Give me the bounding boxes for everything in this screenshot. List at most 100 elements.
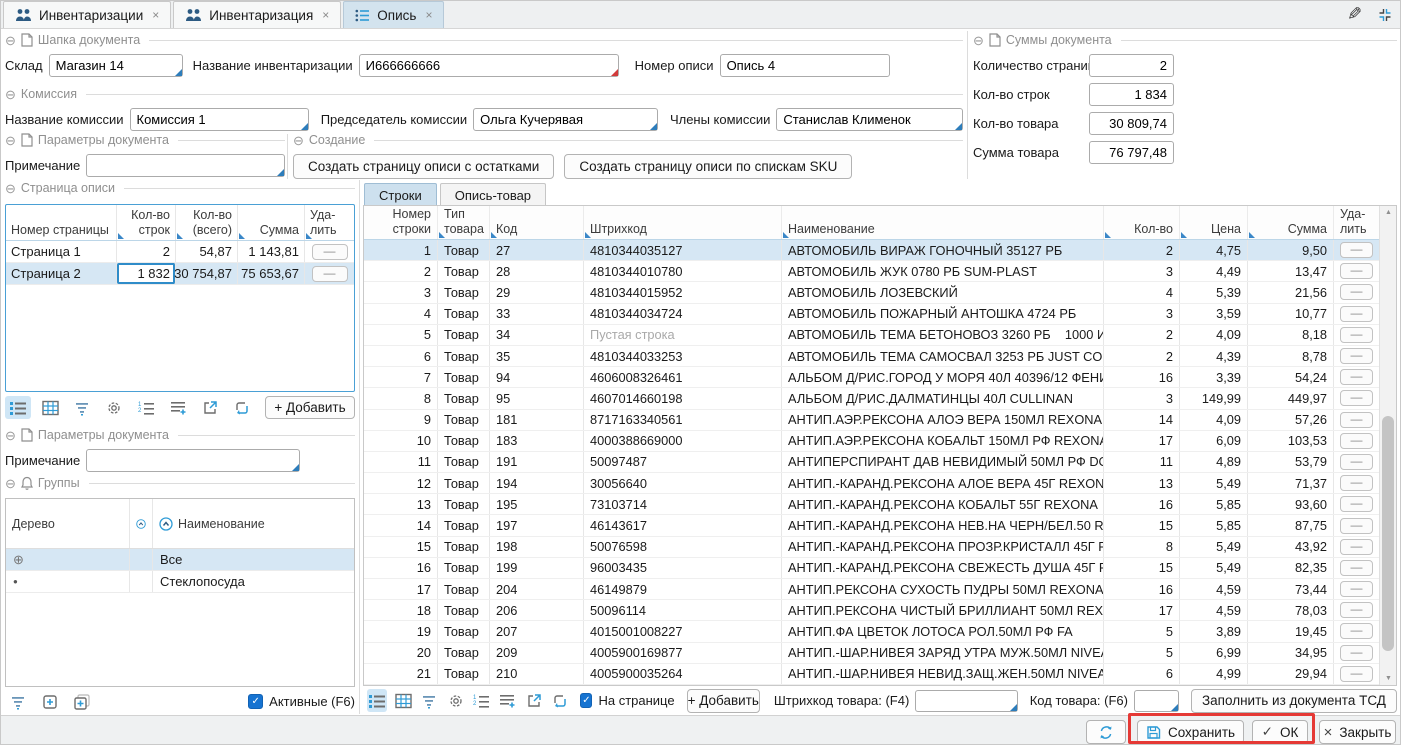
line-row[interactable]: 10Товар1834000388669000АНТИП.АЭР.РЕКСОНА…	[364, 431, 1381, 452]
scroll-down-icon[interactable]: ▼	[1380, 675, 1397, 682]
tab-inventarizaciya[interactable]: Инвентаризация ×	[173, 1, 341, 28]
delete-row-button[interactable]: —	[1340, 242, 1373, 258]
delete-row-button[interactable]: —	[1340, 263, 1373, 279]
list-view-icon[interactable]	[367, 689, 387, 712]
delete-row-button[interactable]: —	[1340, 645, 1373, 661]
delete-row-button[interactable]: —	[312, 266, 348, 282]
column-header[interactable]: Штрихкод	[584, 206, 782, 239]
column-header-sort[interactable]	[130, 499, 153, 548]
delete-row-button[interactable]: —	[1340, 433, 1373, 449]
list-number-input[interactable]	[720, 54, 890, 77]
delete-row-button[interactable]: —	[1340, 284, 1373, 300]
delete-row-button[interactable]: —	[1340, 369, 1373, 385]
tab-close-icon[interactable]: ×	[425, 8, 432, 22]
edit-icon[interactable]: ✎	[1347, 4, 1362, 25]
active-checkbox[interactable]: ✓	[248, 694, 263, 709]
line-row[interactable]: 13Товар19573103714АНТИП.-КАРАНД.РЕКСОНА …	[364, 494, 1381, 515]
numbered-list-icon[interactable]: 12	[472, 689, 492, 712]
column-header[interactable]: Наименование	[782, 206, 1104, 239]
cell-lines-count[interactable]: 1 832	[117, 263, 176, 284]
delete-row-button[interactable]: —	[1340, 390, 1373, 406]
filter-icon[interactable]	[419, 689, 439, 712]
grid-view-icon[interactable]	[37, 396, 63, 419]
delete-row-button[interactable]: —	[1340, 539, 1373, 555]
line-row[interactable]: 17Товар20446149879АНТИП.РЕКСОНА СУХОСТЬ …	[364, 579, 1381, 600]
scrollbar-thumb[interactable]	[1382, 416, 1394, 651]
tab-opis[interactable]: Опись ×	[343, 1, 444, 28]
filter-icon[interactable]	[5, 690, 31, 713]
collapse-icon[interactable]: ⊖	[973, 35, 984, 46]
collapse-icon[interactable]: ⊖	[5, 89, 16, 100]
add-box-icon[interactable]	[37, 690, 63, 713]
settings-gear-icon[interactable]	[101, 396, 127, 419]
warehouse-input[interactable]	[49, 54, 183, 77]
delete-row-button[interactable]: —	[1340, 496, 1373, 512]
column-header[interactable]: Сумма	[1248, 206, 1334, 239]
line-row[interactable]: 5Товар34Пустая строкаАВТОМОБИЛЬ ТЕМА БЕТ…	[364, 325, 1381, 346]
column-header[interactable]: Кол-во (всего)	[176, 205, 238, 240]
group-row[interactable]: ●Стеклопосуда	[6, 571, 354, 593]
chairman-input[interactable]	[473, 108, 658, 131]
line-row[interactable]: 4Товар334810344034724АВТОМОБИЛЬ ПОЖАРНЫЙ…	[364, 304, 1381, 325]
delete-row-button[interactable]: —	[312, 244, 348, 260]
delete-row-button[interactable]: —	[1340, 348, 1373, 364]
column-header[interactable]: Тип товара	[438, 206, 490, 239]
filter-icon[interactable]	[69, 396, 95, 419]
collapse-icon[interactable]: ⊖	[5, 430, 16, 441]
line-row[interactable]: 20Товар2094005900169877АНТИП.-ШАР.НИВЕЯ …	[364, 643, 1381, 664]
note-input[interactable]	[86, 154, 285, 177]
barcode-input[interactable]	[915, 690, 1017, 712]
add-page-button[interactable]: + Добавить	[265, 396, 355, 419]
delete-row-button[interactable]: —	[1340, 412, 1373, 428]
line-row[interactable]: 6Товар354810344033253АВТОМОБИЛЬ ТЕМА САМ…	[364, 346, 1381, 367]
column-header[interactable]: Код	[490, 206, 584, 239]
numbered-list-icon[interactable]: 12	[133, 396, 159, 419]
line-row[interactable]: 16Товар19996003435АНТИП.-КАРАНД.РЕКСОНА …	[364, 558, 1381, 579]
add-line-button[interactable]: + Добавить	[687, 689, 760, 713]
delete-row-button[interactable]: —	[1340, 666, 1373, 682]
column-header[interactable]: Уда-лить	[305, 205, 354, 240]
line-row[interactable]: 15Товар19850076598АНТИП.-КАРАНД.РЕКСОНА …	[364, 537, 1381, 558]
delete-row-button[interactable]: —	[1340, 327, 1373, 343]
cell-tree[interactable]: ●	[6, 571, 130, 592]
cell-lines-count[interactable]: 2	[117, 241, 176, 262]
delete-row-button[interactable]: —	[1340, 518, 1373, 534]
members-input[interactable]	[776, 108, 963, 131]
line-row[interactable]: 21Товар2104005900035264АНТИП.-ШАР.НИВЕЯ …	[364, 664, 1381, 685]
collapse-icon[interactable]: ⊖	[5, 183, 16, 194]
note-input[interactable]	[86, 449, 300, 472]
close-button[interactable]: × Закрыть	[1319, 720, 1396, 744]
tab-close-icon[interactable]: ×	[152, 8, 159, 22]
line-row[interactable]: 12Товар19430056640АНТИП.-КАРАНД.РЕКСОНА …	[364, 473, 1381, 494]
list-view-icon[interactable]	[5, 396, 31, 419]
tree-expand-icon[interactable]: ⊕	[13, 552, 24, 568]
add-boxes-icon[interactable]	[69, 690, 95, 713]
page-row[interactable]: Страница 1254,871 143,81—	[6, 241, 354, 263]
column-header[interactable]: Сумма	[238, 205, 305, 240]
delete-row-button[interactable]: —	[1340, 581, 1373, 597]
fill-from-tsd-button[interactable]: Заполнить из документа ТСД	[1191, 689, 1397, 713]
reload-loop-icon[interactable]	[229, 396, 255, 419]
open-external-icon[interactable]	[197, 396, 223, 419]
create-page-with-remainders-button[interactable]: Создать страницу описи с остатками	[293, 154, 554, 179]
line-row[interactable]: 18Товар20650096114АНТИП.РЕКСОНА ЧИСТЫЙ Б…	[364, 600, 1381, 621]
delete-row-button[interactable]: —	[1340, 602, 1373, 618]
column-header[interactable]: Цена	[1180, 206, 1248, 239]
reload-loop-icon[interactable]	[550, 689, 570, 712]
save-button[interactable]: Сохранить	[1137, 720, 1244, 744]
dock-corners-icon[interactable]	[1376, 7, 1394, 23]
collapse-icon[interactable]: ⊖	[5, 35, 16, 46]
line-row[interactable]: 7Товар944606008326461АЛЬБОМ Д/РИС.ГОРОД …	[364, 367, 1381, 388]
delete-row-button[interactable]: —	[1340, 475, 1373, 491]
add-lines-icon[interactable]	[498, 689, 518, 712]
inventory-name-input[interactable]	[359, 54, 619, 77]
create-page-by-sku-button[interactable]: Создать страницу описи по спискам SKU	[564, 154, 852, 179]
commission-name-input[interactable]	[130, 108, 309, 131]
collapse-icon[interactable]: ⊖	[5, 478, 16, 489]
line-row[interactable]: 9Товар1818717163340561АНТИП.АЭР.РЕКСОНА …	[364, 410, 1381, 431]
collapse-icon[interactable]: ⊖	[293, 135, 304, 146]
column-header[interactable]: Номер строки	[364, 206, 438, 239]
column-header[interactable]: Кол-во строк	[117, 205, 176, 240]
delete-row-button[interactable]: —	[1340, 306, 1373, 322]
vertical-scrollbar[interactable]: ▲ ▼	[1379, 206, 1396, 685]
